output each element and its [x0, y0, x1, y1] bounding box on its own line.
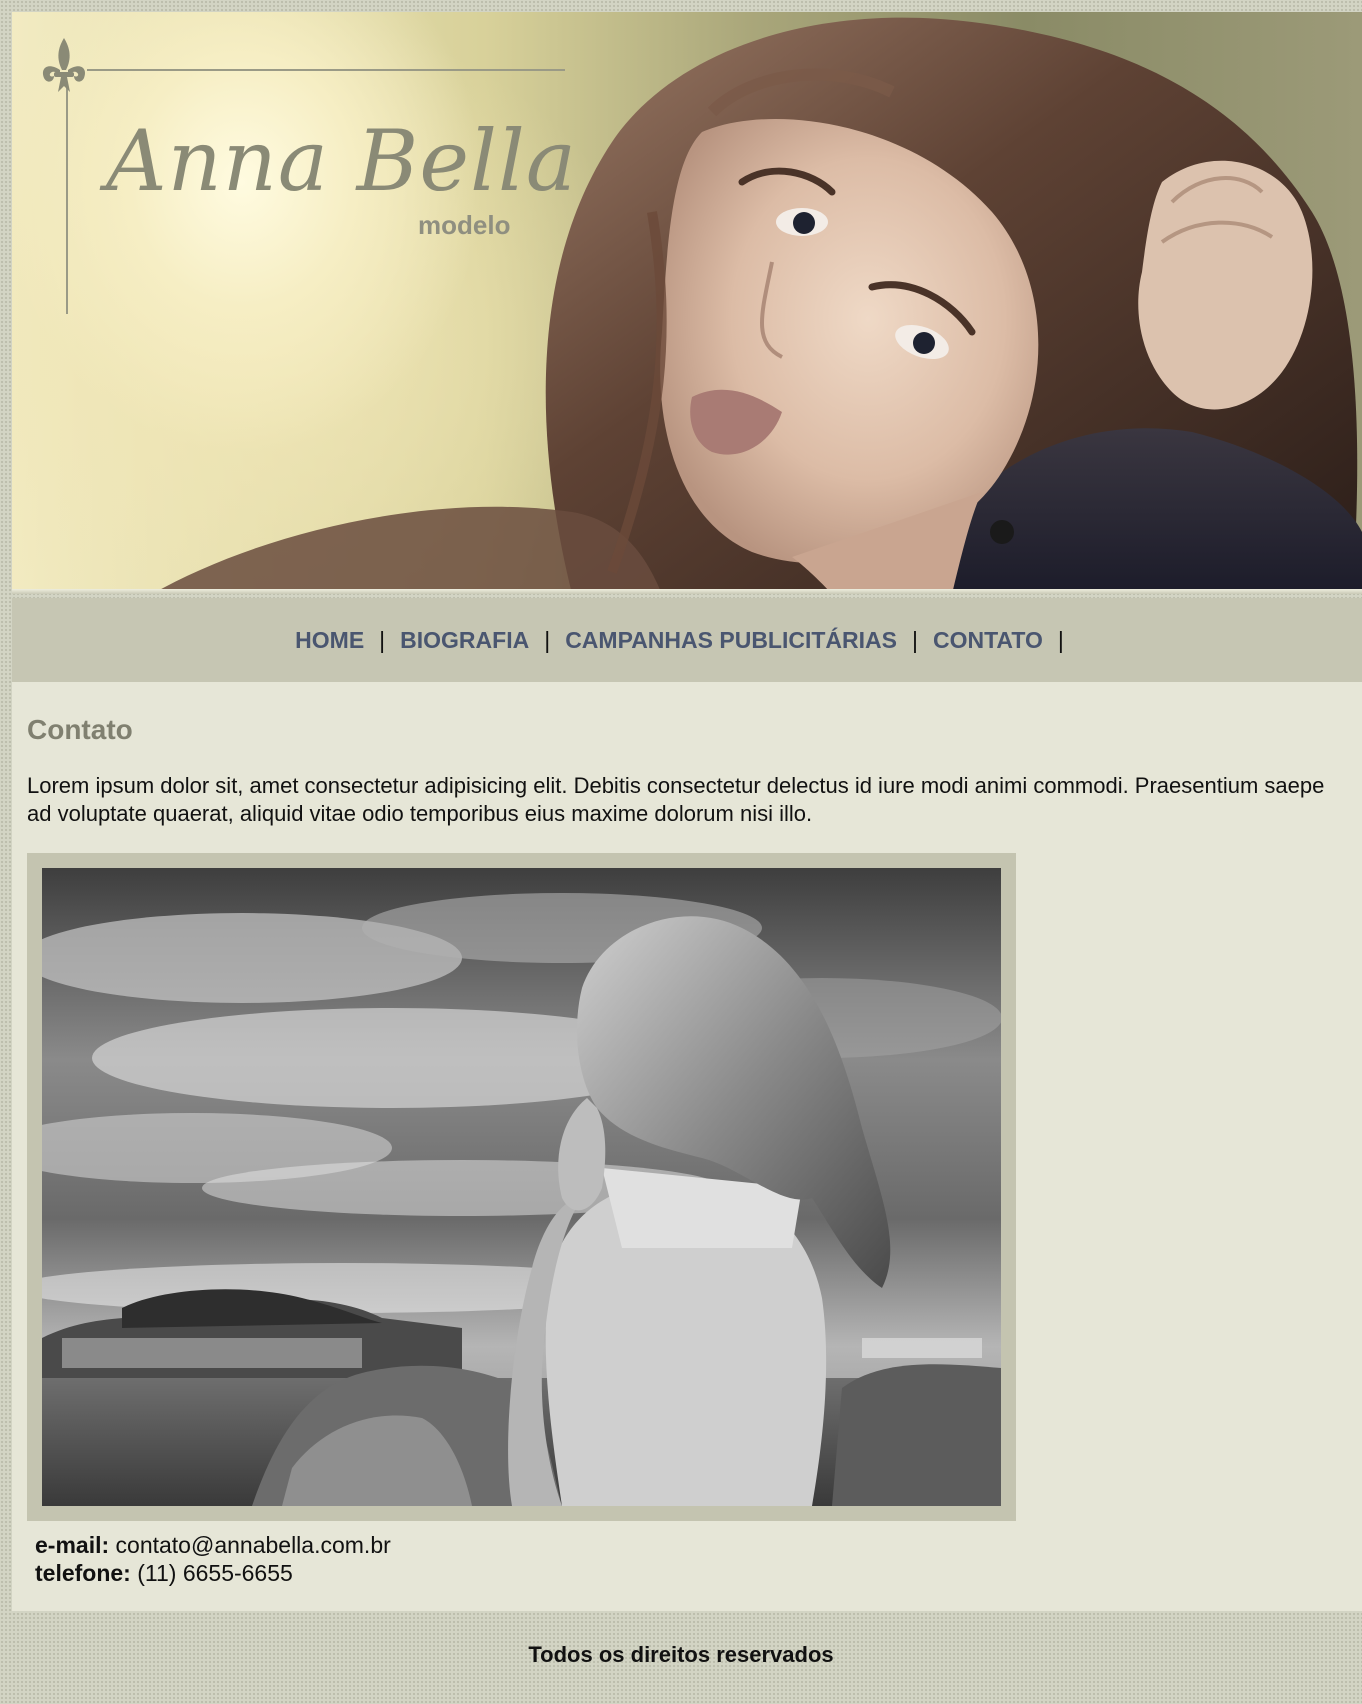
contact-info: e-mail: contato@annabella.com.br telefon…: [35, 1531, 391, 1587]
email-label: e-mail:: [35, 1532, 110, 1558]
main-nav: HOME | BIOGRAFIA | CAMPANHAS PUBLICITÁRI…: [12, 598, 1362, 682]
email-row: e-mail: contato@annabella.com.br: [35, 1531, 391, 1559]
fleur-de-lis-icon: [42, 38, 86, 92]
footer-text: Todos os direitos reservados: [528, 1642, 834, 1667]
brand-name: Anna Bella: [106, 112, 577, 210]
logo-horizontal-rule: [87, 69, 565, 71]
logo-vertical-rule: [66, 82, 68, 314]
phone-label: telefone:: [35, 1560, 131, 1586]
nav-link-home[interactable]: HOME: [295, 627, 364, 654]
nav-link-contato[interactable]: CONTATO: [933, 627, 1043, 654]
photo-frame: [27, 853, 1016, 1521]
phone-row: telefone: (11) 6655-6655: [35, 1559, 391, 1587]
page-title: Contato: [27, 714, 133, 745]
nav-separator: |: [544, 626, 551, 653]
email-value: contato@annabella.com.br: [115, 1532, 391, 1558]
intro-paragraph: Lorem ipsum dolor sit, amet consectetur …: [27, 773, 1325, 826]
brand-subtitle: modelo: [418, 210, 511, 240]
main-content: Contato Lorem ipsum dolor sit, amet cons…: [12, 682, 1362, 1611]
phone-value: (11) 6655-6655: [137, 1560, 293, 1586]
contact-photo-image: [42, 868, 1001, 1506]
nav-link-biografia[interactable]: BIOGRAFIA: [400, 627, 529, 654]
banner-divider: [12, 589, 1362, 594]
model-portrait-image: [152, 17, 1362, 594]
nav-link-campanhas[interactable]: CAMPANHAS PUBLICITÁRIAS: [565, 627, 897, 654]
nav-separator: |: [379, 626, 386, 653]
nav-separator: |: [911, 626, 918, 653]
nav-separator: |: [1057, 626, 1064, 653]
header-banner: Anna Bella modelo: [12, 12, 1362, 594]
